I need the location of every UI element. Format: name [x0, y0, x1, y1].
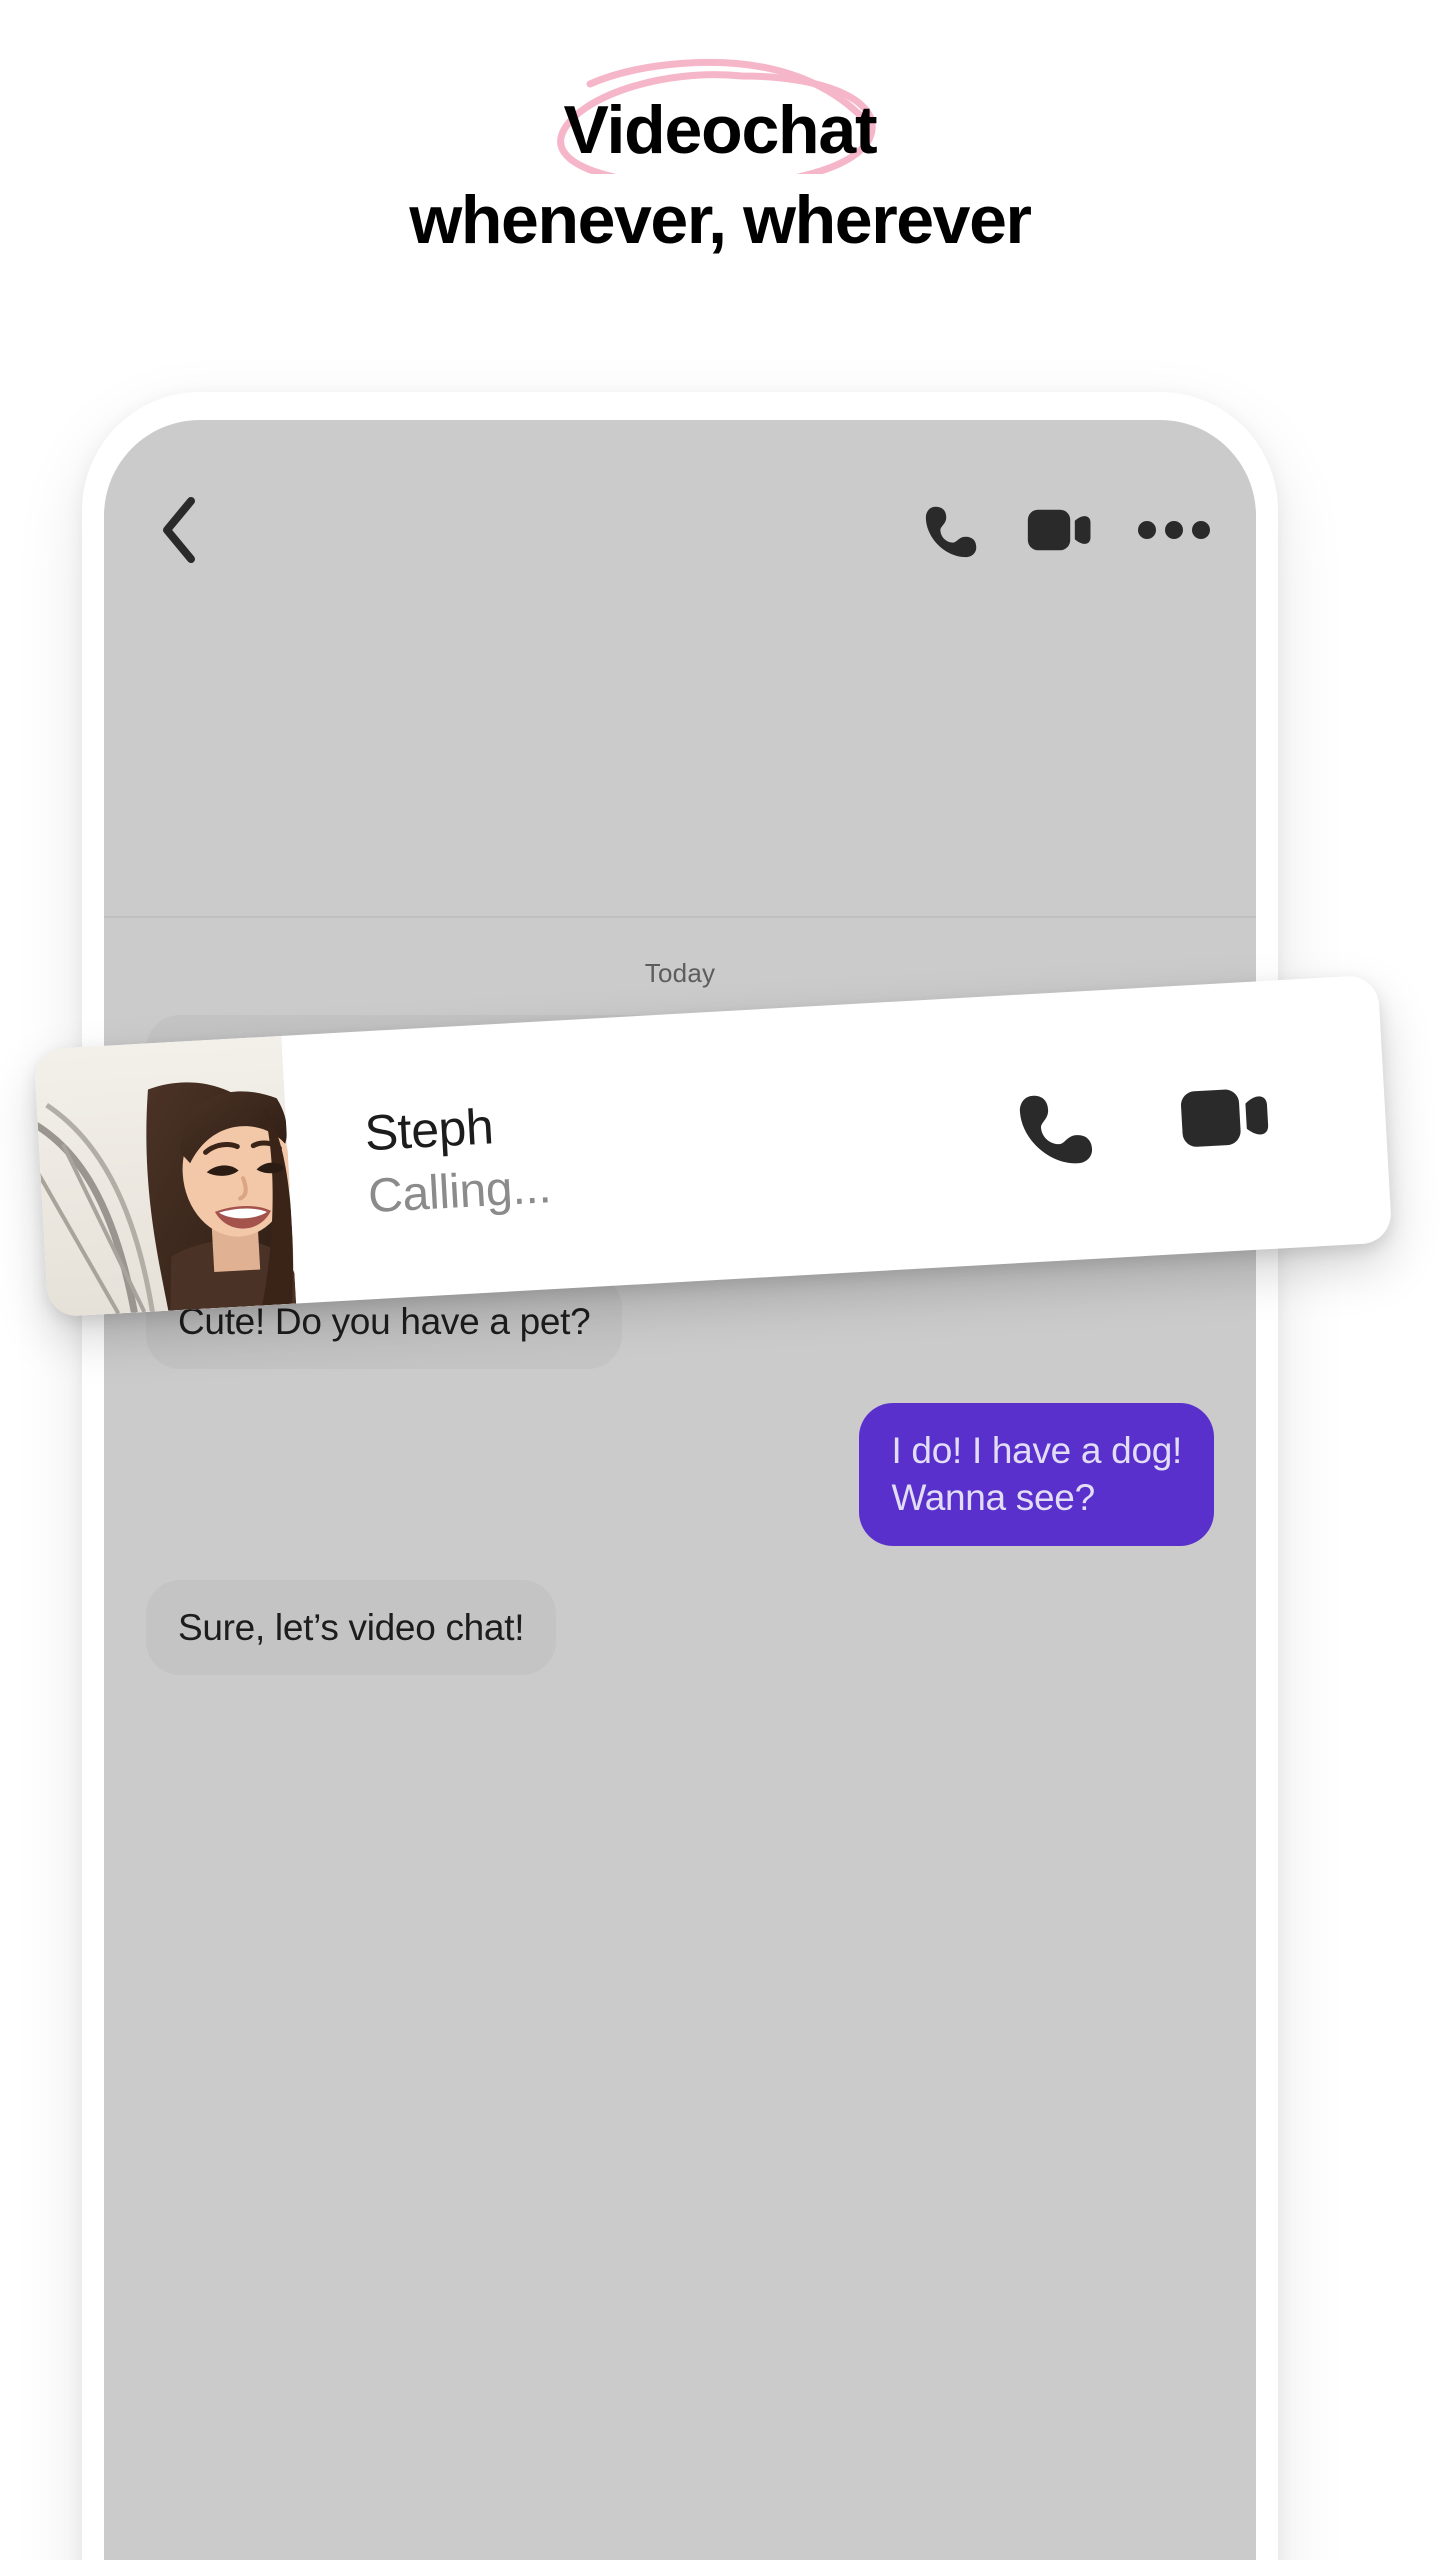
headline-line2: whenever, wherever	[409, 182, 1032, 258]
message-row: I do! I have a dog! Wanna see?	[146, 1403, 1214, 1546]
message-bubble-incoming[interactable]: Sure, let’s video chat!	[146, 1579, 557, 1676]
header-divider	[104, 916, 1256, 918]
promo-screenshot: Videochat whenever, wherever Today Cute!…	[0, 0, 1440, 2560]
avatar	[33, 1035, 297, 1318]
accept-audio-call-button[interactable]	[1013, 1081, 1104, 1172]
chat-header-actions	[922, 499, 1210, 561]
video-camera-icon	[1180, 1089, 1269, 1147]
back-button[interactable]	[150, 497, 208, 563]
call-action-buttons	[1008, 975, 1392, 1263]
ellipsis-icon	[1138, 521, 1210, 539]
video-call-button[interactable]	[1026, 504, 1096, 556]
headline-line1: Videochat	[563, 92, 878, 168]
phone-icon	[1019, 1095, 1093, 1164]
message-row: Sure, let’s video chat!	[146, 1579, 1214, 1676]
chevron-left-icon	[163, 497, 195, 563]
phone-device-frame: Today Hi, what makes you happiest? Proba…	[82, 392, 1278, 2560]
message-bubble-outgoing[interactable]: I do! I have a dog! Wanna see?	[859, 1403, 1214, 1546]
phone-screen: Today Hi, what makes you happiest? Proba…	[104, 420, 1256, 2560]
accept-video-call-button[interactable]	[1177, 1079, 1277, 1156]
caller-photo-icon	[33, 1035, 297, 1318]
day-separator: Today	[644, 958, 716, 988]
caller-info: Steph Calling...	[281, 995, 1023, 1303]
headline-block: Videochat whenever, wherever	[0, 58, 1440, 258]
more-options-button[interactable]	[1138, 519, 1210, 541]
voice-call-button[interactable]	[922, 499, 984, 561]
headline-line1-wrap: Videochat	[546, 58, 895, 174]
phone-icon	[925, 506, 977, 558]
video-camera-icon	[1027, 509, 1091, 551]
chat-header	[104, 420, 1256, 640]
